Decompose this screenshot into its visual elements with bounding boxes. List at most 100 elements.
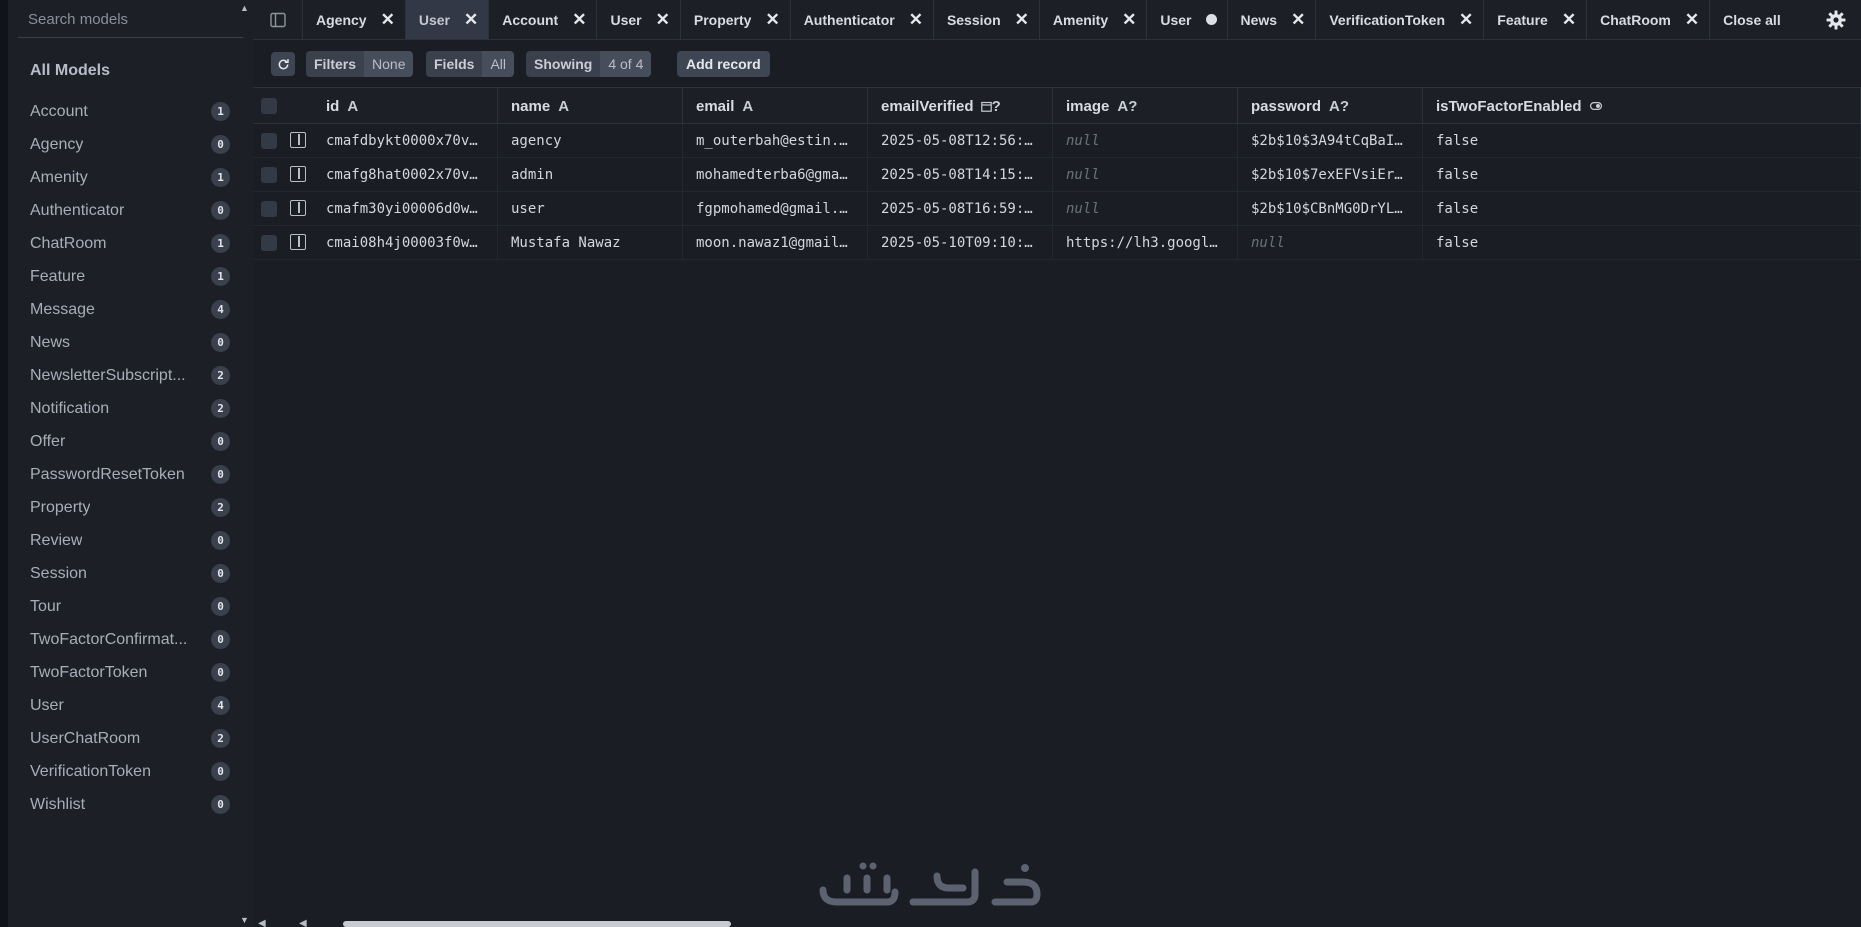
filters-button[interactable]: Filters None	[306, 51, 414, 77]
cell-image[interactable]: null	[1053, 124, 1238, 158]
cell-name[interactable]: user	[498, 192, 683, 226]
tab-user[interactable]: User ✕	[405, 0, 490, 39]
tab-news[interactable]: News ✕	[1228, 0, 1317, 39]
column-header-password[interactable]: password A?	[1238, 88, 1423, 124]
cell-emailverified[interactable]: 2025-05-08T12:56:06.1...	[868, 124, 1053, 158]
model-item-twofactortoken[interactable]: TwoFactorToken 0	[30, 656, 230, 689]
close-icon[interactable]: ✕	[381, 11, 395, 28]
table-row[interactable]: cmafdbykt0000x70vodne... agency m_outerbah…	[253, 124, 1861, 158]
cell-istwofactorenabled[interactable]: false	[1423, 192, 1861, 226]
model-item-passwordresettoken[interactable]: PasswordResetToken 0	[30, 458, 230, 491]
expand-row-icon[interactable]	[290, 234, 306, 250]
model-item-amenity[interactable]: Amenity 1	[30, 161, 230, 194]
close-icon[interactable]: ✕	[1122, 11, 1136, 28]
row-checkbox[interactable]	[261, 167, 277, 183]
tab-agency[interactable]: Agency ✕	[303, 0, 406, 39]
model-item-account[interactable]: Account 1	[30, 95, 230, 128]
column-header-email[interactable]: email A	[683, 88, 868, 124]
add-record-button[interactable]: Add record	[677, 51, 770, 77]
select-all-checkbox[interactable]	[261, 98, 277, 114]
model-item-tour[interactable]: Tour 0	[30, 590, 230, 623]
cell-name[interactable]: agency	[498, 124, 683, 158]
column-header-id[interactable]: id A	[313, 88, 498, 124]
close-icon[interactable]: ✕	[1685, 11, 1699, 28]
model-item-review[interactable]: Review 0	[30, 524, 230, 557]
close-icon[interactable]: ✕	[909, 11, 923, 28]
model-item-wishlist[interactable]: Wishlist 0	[30, 788, 230, 821]
showing-button[interactable]: Showing 4 of 4	[526, 51, 652, 77]
model-item-agency[interactable]: Agency 0	[30, 128, 230, 161]
tab-user[interactable]: User	[1147, 0, 1228, 39]
cell-password[interactable]: $2b$10$7exEFVsiErNGQp...	[1238, 158, 1423, 192]
tab-authenticator[interactable]: Authenticator ✕	[791, 0, 934, 39]
close-all-tabs-button[interactable]: Close all	[1710, 0, 1794, 39]
tab-amenity[interactable]: Amenity ✕	[1040, 0, 1148, 39]
cell-emailverified[interactable]: 2025-05-08T16:59:07.8...	[868, 192, 1053, 226]
cell-emailverified[interactable]: 2025-05-10T09:10:20.2...	[868, 226, 1053, 260]
scroll-left-arrows-icon[interactable]: ◀ ◀	[258, 918, 307, 927]
expand-row-icon[interactable]	[290, 200, 306, 216]
cell-name[interactable]: Mustafa Nawaz	[498, 226, 683, 260]
scroll-down-arrow-icon[interactable]: ▼	[240, 916, 250, 925]
horizontal-scrollbar[interactable]	[343, 921, 731, 927]
cell-image[interactable]: null	[1053, 158, 1238, 192]
cell-istwofactorenabled[interactable]: false	[1423, 124, 1861, 158]
tab-account[interactable]: Account ✕	[489, 0, 598, 39]
unsaved-dot-icon[interactable]	[1205, 14, 1217, 25]
model-item-user[interactable]: User 4	[30, 689, 230, 722]
table-row[interactable]: cmai08h4j00003f0wzq42... Mustafa Nawaz moo…	[253, 226, 1861, 260]
close-icon[interactable]: ✕	[1291, 11, 1305, 28]
close-icon[interactable]: ✕	[1015, 11, 1029, 28]
close-icon[interactable]: ✕	[572, 11, 586, 28]
cell-image[interactable]: null	[1053, 192, 1238, 226]
cell-id[interactable]: cmafdbykt0000x70vodne...	[313, 124, 498, 158]
cell-email[interactable]: mohamedterba6@gmail.c...	[683, 158, 868, 192]
table-row[interactable]: cmafm30yi00006d0wt36r... user fgpmohamed@g…	[253, 192, 1861, 226]
scroll-up-arrow-icon[interactable]: ▲	[240, 4, 250, 13]
column-header-emailverified[interactable]: emailVerified?	[868, 88, 1053, 124]
row-checkbox[interactable]	[261, 133, 277, 149]
model-item-feature[interactable]: Feature 1	[30, 260, 230, 293]
model-item-session[interactable]: Session 0	[30, 557, 230, 590]
tab-user[interactable]: User ✕	[597, 0, 681, 39]
close-icon[interactable]: ✕	[464, 11, 478, 28]
close-icon[interactable]: ✕	[1459, 11, 1473, 28]
expand-row-icon[interactable]	[290, 166, 306, 182]
cell-password[interactable]: $2b$10$3A94tCqBaIwPrz...	[1238, 124, 1423, 158]
cell-image[interactable]: https://lh3.googleuse...	[1053, 226, 1238, 260]
column-header-name[interactable]: name A	[498, 88, 683, 124]
cell-id[interactable]: cmafg8hat0002x70v1mb3...	[313, 158, 498, 192]
tab-property[interactable]: Property ✕	[681, 0, 791, 39]
row-checkbox[interactable]	[261, 235, 277, 251]
cell-istwofactorenabled[interactable]: false	[1423, 158, 1861, 192]
row-checkbox[interactable]	[261, 201, 277, 217]
model-item-offer[interactable]: Offer 0	[30, 425, 230, 458]
model-item-userchatroom[interactable]: UserChatRoom 2	[30, 722, 230, 755]
settings-gear-icon[interactable]	[1826, 10, 1846, 30]
model-item-message[interactable]: Message 4	[30, 293, 230, 326]
cell-id[interactable]: cmai08h4j00003f0wzq42...	[313, 226, 498, 260]
tab-chatroom[interactable]: ChatRoom ✕	[1587, 0, 1711, 39]
cell-istwofactorenabled[interactable]: false	[1423, 226, 1861, 260]
sidebar-toggle-button[interactable]	[253, 0, 303, 39]
model-item-news[interactable]: News 0	[30, 326, 230, 359]
model-item-notification[interactable]: Notification 2	[30, 392, 230, 425]
tab-verificationtoken[interactable]: VerificationToken ✕	[1316, 0, 1485, 39]
model-item-property[interactable]: Property 2	[30, 491, 230, 524]
cell-id[interactable]: cmafm30yi00006d0wt36r...	[313, 192, 498, 226]
column-header-image[interactable]: image A?	[1053, 88, 1238, 124]
cell-emailverified[interactable]: 2025-05-08T14:15:27.7...	[868, 158, 1053, 192]
cell-email[interactable]: fgpmohamed@gmail.com	[683, 192, 868, 226]
table-row[interactable]: cmafg8hat0002x70v1mb3... admin mohamedterb…	[253, 158, 1861, 192]
model-item-authenticator[interactable]: Authenticator 0	[30, 194, 230, 227]
column-header-istwofactorenabled[interactable]: isTwoFactorEnabled	[1423, 88, 1861, 124]
expand-row-icon[interactable]	[290, 132, 306, 148]
cell-name[interactable]: admin	[498, 158, 683, 192]
cell-email[interactable]: m_outerbah@estin.dz	[683, 124, 868, 158]
close-icon[interactable]: ✕	[656, 11, 670, 28]
model-item-verificationtoken[interactable]: VerificationToken 0	[30, 755, 230, 788]
cell-email[interactable]: moon.nawaz1@gmail.com	[683, 226, 868, 260]
refresh-button[interactable]	[271, 52, 295, 76]
close-icon[interactable]: ✕	[765, 11, 779, 28]
model-item-twofactorconfirmat[interactable]: TwoFactorConfirmat... 0	[30, 623, 230, 656]
